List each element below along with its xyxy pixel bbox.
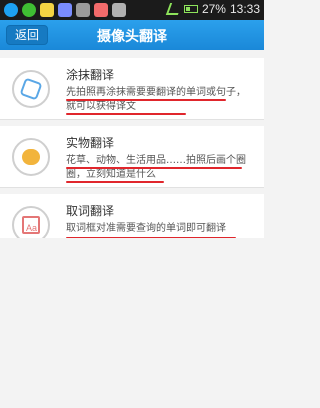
underline [66,113,186,115]
menu-item-smear-translate[interactable]: 涂抹翻译 先拍照再涂抹需要要翻译的单词或句子，就可以获得译文 [0,58,264,120]
menu-item-object-translate[interactable]: 实物翻译 花草、动物、生活用品……拍照后画个圈圈，立刻知道是什么 [0,126,264,188]
item-title: 实物翻译 [66,136,115,150]
underline [66,99,226,101]
page-title: 摄像头翻译 [97,29,167,45]
status-bar: 27% 13:33 [0,0,264,20]
smear-icon [12,70,50,108]
item-description: 取词框对准需要查询的单词即可翻译 [66,223,226,234]
item-title: 涂抹翻译 [66,68,115,82]
underline [66,167,242,169]
item-title: 取词翻译 [66,204,115,218]
app-icon [58,3,72,17]
wechat-icon [22,3,36,17]
title-bar: 返回 摄像头翻译 [0,20,264,50]
usb-icon [76,3,90,17]
download-icon [112,3,126,17]
message-icon [40,3,54,17]
notification-icon [94,3,108,17]
battery-icon [183,5,198,13]
clock: 13:33 [229,2,260,16]
battery-percent: 27% [201,2,226,16]
signal-icon [165,3,183,15]
qq-icon [4,3,18,17]
notification-icons [4,3,126,17]
underline [66,181,164,183]
empty-area [0,238,264,408]
object-icon [12,138,50,176]
